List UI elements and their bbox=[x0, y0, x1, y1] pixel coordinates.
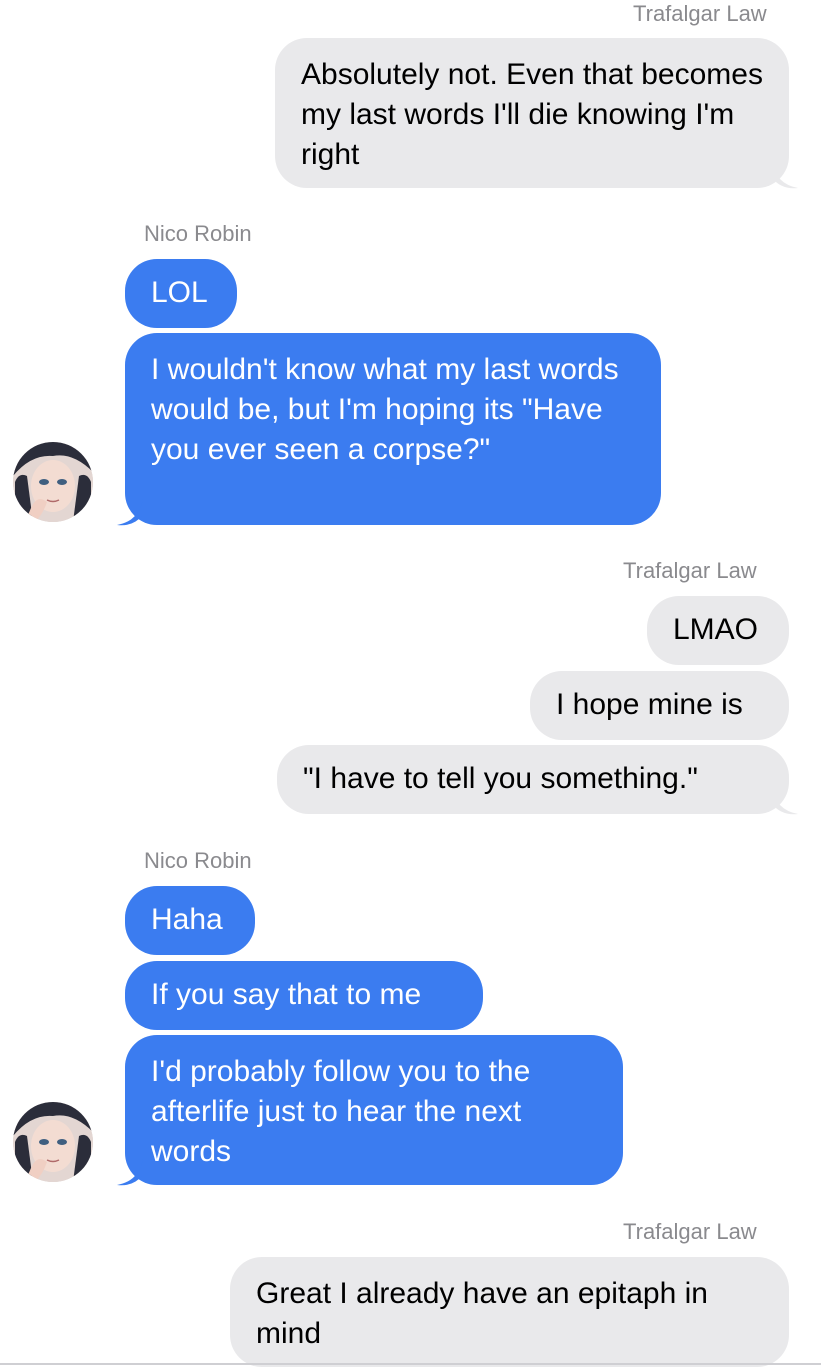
bottom-divider bbox=[0, 1363, 821, 1365]
message-text: Great I already have an epitaph in mind bbox=[256, 1277, 708, 1350]
bubble-tail-outgoing bbox=[772, 788, 798, 815]
message-bubble-outgoing[interactable]: "I have to tell you something." bbox=[277, 745, 789, 814]
sender-name: Nico Robin bbox=[144, 221, 252, 246]
message-bubble-outgoing[interactable]: I hope mine is bbox=[530, 671, 789, 740]
message-text: LMAO bbox=[673, 613, 759, 646]
message-bubble-outgoing[interactable]: Absolutely not. Even that becomes my las… bbox=[275, 38, 789, 188]
message-bubble-outgoing[interactable]: LMAO bbox=[647, 596, 789, 665]
message-text: I'd probably follow you to the afterlife… bbox=[151, 1055, 531, 1168]
message-bubble-outgoing[interactable]: Great I already have an epitaph in mind bbox=[230, 1257, 789, 1367]
bubble-tail-incoming bbox=[117, 499, 143, 526]
message-text: If you say that to me bbox=[151, 978, 422, 1011]
message-bubble-incoming[interactable]: If you say that to me bbox=[125, 961, 483, 1030]
message-text: LOL bbox=[151, 276, 208, 309]
nico-robin-avatar-icon[interactable] bbox=[13, 1102, 93, 1182]
message-bubble-incoming[interactable]: I'd probably follow you to the afterlife… bbox=[125, 1035, 623, 1185]
message-bubble-incoming[interactable]: LOL bbox=[125, 259, 237, 328]
sender-name: Trafalgar Law bbox=[623, 1219, 757, 1244]
bubble-tail-incoming bbox=[117, 1159, 143, 1186]
message-bubble-incoming[interactable]: Haha bbox=[125, 886, 255, 955]
message-text: I hope mine is bbox=[556, 688, 743, 721]
message-text: I wouldn't know what my last words would… bbox=[151, 353, 619, 466]
message-text: Haha bbox=[151, 903, 223, 936]
message-bubble-incoming[interactable]: I wouldn't know what my last words would… bbox=[125, 333, 661, 525]
sender-name: Nico Robin bbox=[144, 848, 252, 873]
bubble-tail-outgoing bbox=[772, 162, 798, 189]
message-text: "I have to tell you something." bbox=[303, 762, 698, 795]
sender-name: Trafalgar Law bbox=[623, 558, 757, 583]
message-text: Absolutely not. Even that becomes my las… bbox=[301, 58, 763, 171]
nico-robin-avatar-icon[interactable] bbox=[13, 442, 93, 522]
sender-name: Trafalgar Law bbox=[633, 1, 767, 26]
